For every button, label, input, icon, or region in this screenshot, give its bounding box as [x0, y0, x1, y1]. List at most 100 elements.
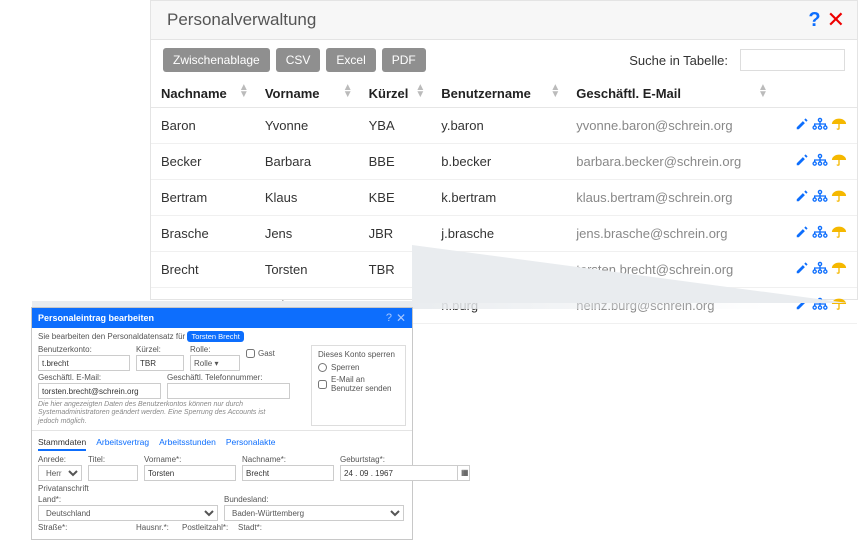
table-row: BeckerBarbaraBBEb.beckerbarbara.becker@s… — [151, 144, 857, 180]
org-chart-icon[interactable] — [812, 225, 828, 242]
close-icon[interactable]: ✕ — [827, 7, 845, 33]
cell-email: yvonne.baron@schrein.org — [566, 108, 774, 144]
org-chart-icon[interactable] — [812, 261, 828, 278]
vacation-icon[interactable] — [831, 153, 847, 170]
cell-email: heinz.burg@schrein.org — [566, 288, 774, 324]
org-chart-icon[interactable] — [812, 153, 828, 170]
col-firstname[interactable]: Vorname▲▼ — [255, 80, 359, 108]
tab-arbeitsstunden[interactable]: Arbeitsstunden — [159, 435, 216, 451]
edit-target-line: Sie bearbeiten den Personaldatensatz für… — [38, 332, 406, 341]
tab-arbeitsvertrag[interactable]: Arbeitsvertrag — [96, 435, 149, 451]
cell-username: j.brasche — [431, 216, 566, 252]
table-row: BaronYvonneYBAy.baronyvonne.baron@schrei… — [151, 108, 857, 144]
cell-username: t.brecht — [431, 252, 566, 288]
help-icon[interactable]: ? — [808, 9, 820, 32]
edit-icon[interactable] — [795, 189, 809, 206]
kuerzel-field[interactable] — [136, 355, 184, 371]
vacation-icon[interactable] — [831, 225, 847, 242]
cell-email: barbara.becker@schrein.org — [566, 144, 774, 180]
cell-username: b.becker — [431, 144, 566, 180]
readonly-note: Die hier angezeigten Daten des Benutzerk… — [38, 401, 283, 426]
lock-account-box: Dieses Konto sperren Sperren E-Mail an B… — [311, 345, 406, 426]
org-chart-icon[interactable] — [812, 297, 828, 314]
vacation-icon[interactable] — [831, 297, 847, 314]
search-label: Suche in Tabelle: — [629, 53, 728, 68]
vacation-icon[interactable] — [831, 189, 847, 206]
geburtstag-field[interactable] — [340, 465, 458, 481]
table-row: BertramKlausKBEk.bertramklaus.bertram@sc… — [151, 180, 857, 216]
cell-username: k.bertram — [431, 180, 566, 216]
cell-lastname: Bertram — [151, 180, 255, 216]
benutzerkonto-field[interactable] — [38, 355, 130, 371]
rolle-select[interactable]: Rolle ▾ — [190, 355, 240, 371]
cell-lastname: Baron — [151, 108, 255, 144]
calendar-icon[interactable]: ▦ — [458, 465, 470, 481]
cell-email: klaus.bertram@schrein.org — [566, 180, 774, 216]
gast-checkbox[interactable]: Gast — [246, 345, 275, 361]
modal-help-icon[interactable]: ? — [386, 312, 392, 324]
cell-username: y.baron — [431, 108, 566, 144]
main-header: Personalverwaltung ? ✕ — [151, 1, 857, 40]
table-row: BrechtTorstenTBRt.brechttorsten.brecht@s… — [151, 252, 857, 288]
modal-header[interactable]: Personaleintrag bearbeiten ? ✕ — [32, 308, 412, 328]
cell-firstname: Klaus — [255, 180, 359, 216]
cell-firstname: Jens — [255, 216, 359, 252]
vacation-icon[interactable] — [831, 117, 847, 134]
modal-tabs: Stammdaten Arbeitsvertrag Arbeitsstunden… — [38, 435, 406, 451]
cell-short: TBR — [359, 252, 432, 288]
cell-lastname: Brasche — [151, 216, 255, 252]
cell-short: BBE — [359, 144, 432, 180]
nachname-field[interactable] — [242, 465, 334, 481]
page-title: Personalverwaltung — [167, 10, 802, 30]
email-user-checkbox[interactable]: E-Mail an Benutzer senden — [318, 375, 399, 393]
excel-button[interactable]: Excel — [326, 48, 375, 72]
vorname-field[interactable] — [144, 465, 236, 481]
cell-firstname: Torsten — [255, 252, 359, 288]
clipboard-button[interactable]: Zwischenablage — [163, 48, 270, 72]
edit-icon[interactable] — [795, 297, 809, 314]
person-tag: Torsten Brecht — [187, 331, 243, 342]
edit-personnel-modal: Personaleintrag bearbeiten ? ✕ Sie bearb… — [31, 307, 413, 540]
csv-button[interactable]: CSV — [276, 48, 321, 72]
toolbar: Zwischenablage CSV Excel PDF Suche in Ta… — [151, 40, 857, 80]
edit-icon[interactable] — [795, 261, 809, 278]
tel-field[interactable] — [167, 383, 290, 399]
cell-email: torsten.brecht@schrein.org — [566, 252, 774, 288]
org-chart-icon[interactable] — [812, 189, 828, 206]
personnel-table: Nachname▲▼ Vorname▲▼ Kürzel▲▼ Benutzerna… — [151, 80, 857, 324]
bundesland-select[interactable]: Baden-Württemberg — [224, 505, 404, 521]
privatanschrift-heading: Privatanschrift — [38, 484, 406, 493]
cell-username: h.burg — [431, 288, 566, 324]
edit-icon[interactable] — [795, 153, 809, 170]
col-lastname[interactable]: Nachname▲▼ — [151, 80, 255, 108]
cell-lastname: Becker — [151, 144, 255, 180]
cell-short: KBE — [359, 180, 432, 216]
edit-icon[interactable] — [795, 225, 809, 242]
cell-email: jens.brasche@schrein.org — [566, 216, 774, 252]
search-input[interactable] — [740, 49, 845, 71]
sperren-radio[interactable]: Sperren — [318, 363, 399, 372]
modal-close-icon[interactable]: ✕ — [396, 311, 406, 325]
tab-personalakte[interactable]: Personalakte — [226, 435, 276, 451]
vacation-icon[interactable] — [831, 261, 847, 278]
pdf-button[interactable]: PDF — [382, 48, 426, 72]
personnel-main-window: Personalverwaltung ? ✕ Zwischenablage CS… — [150, 0, 858, 300]
modal-title: Personaleintrag bearbeiten — [38, 313, 386, 323]
cell-firstname: Barbara — [255, 144, 359, 180]
col-actions — [774, 80, 857, 108]
titel-field[interactable] — [88, 465, 138, 481]
tab-stammdaten[interactable]: Stammdaten — [38, 435, 86, 451]
col-short[interactable]: Kürzel▲▼ — [359, 80, 432, 108]
org-chart-icon[interactable] — [812, 117, 828, 134]
table-row: BrascheJensJBRj.braschejens.brasche@schr… — [151, 216, 857, 252]
cell-firstname: Yvonne — [255, 108, 359, 144]
anrede-select[interactable]: Herr — [38, 465, 82, 481]
land-select[interactable]: Deutschland — [38, 505, 218, 521]
email-field[interactable] — [38, 383, 161, 399]
cell-short: YBA — [359, 108, 432, 144]
col-username[interactable]: Benutzername▲▼ — [431, 80, 566, 108]
cell-short: JBR — [359, 216, 432, 252]
edit-icon[interactable] — [795, 117, 809, 134]
col-email[interactable]: Geschäftl. E-Mail▲▼ — [566, 80, 774, 108]
cell-lastname: Brecht — [151, 252, 255, 288]
